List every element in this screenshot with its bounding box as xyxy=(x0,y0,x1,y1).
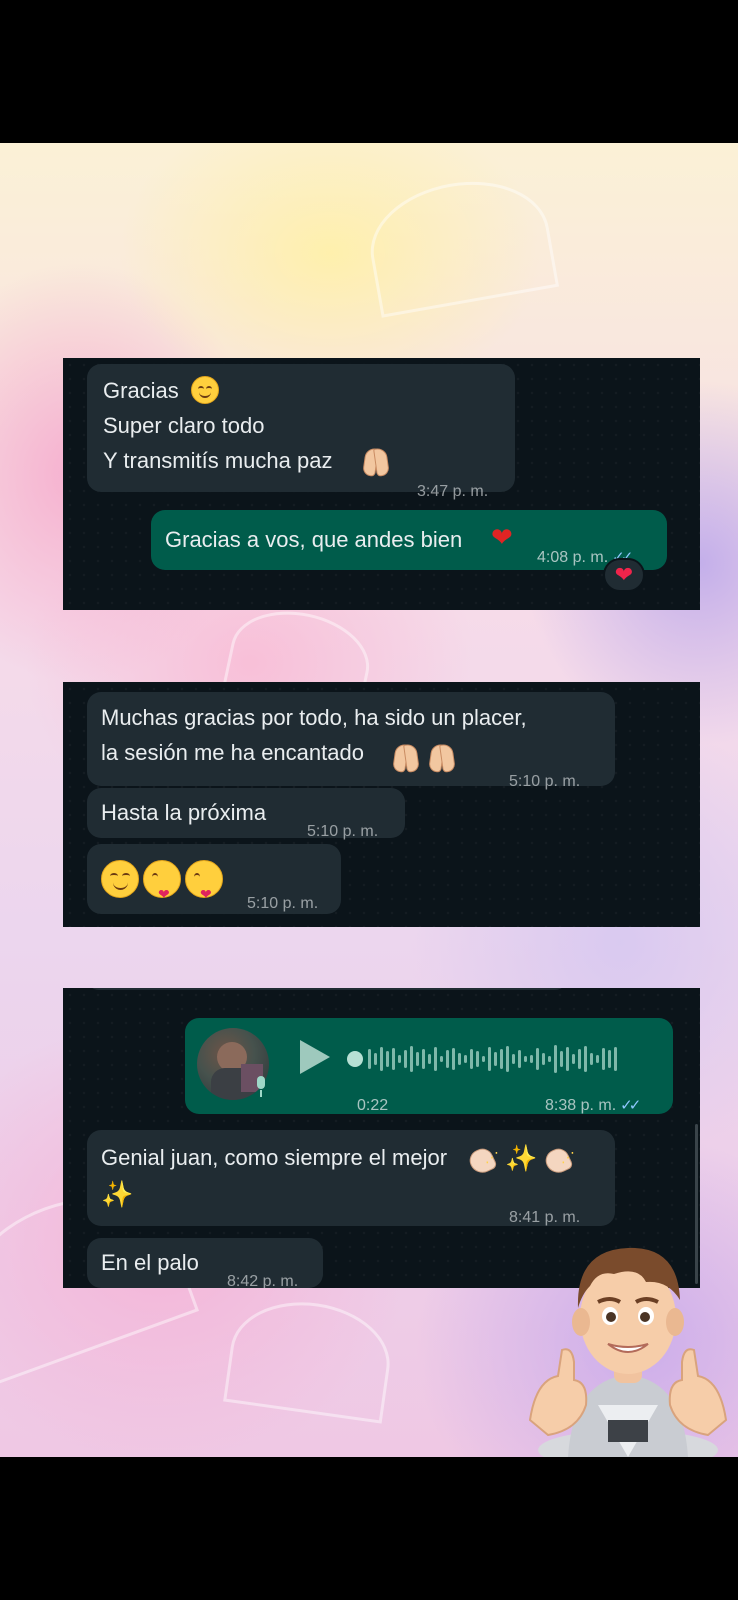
message-text: En el palo xyxy=(101,1250,199,1275)
audio-waveform[interactable] xyxy=(347,1042,647,1076)
voice-note-duration: 0:22 xyxy=(357,1097,389,1114)
voice-note-message[interactable]: 0:22 8:38 p. m. ✓✓ xyxy=(185,1018,673,1114)
praying-hands-icon xyxy=(363,446,389,476)
read-ticks-icon: ✓✓ xyxy=(620,1097,641,1114)
praying-hands-icon xyxy=(393,742,419,772)
smiling-face-icon xyxy=(101,860,139,898)
sparkles-icon: ✨ xyxy=(505,1143,538,1173)
incoming-message[interactable]: Muchas gracias por todo, ha sido un plac… xyxy=(87,692,615,790)
incoming-message[interactable]: Gracias Super claro todo Y transmitís mu… xyxy=(87,364,515,500)
bottom-black-bar xyxy=(0,1457,738,1600)
sparkles-icon: ✨ xyxy=(101,1179,134,1209)
message-time: 3:47 p. m. xyxy=(417,483,489,500)
message-time: 8:42 p. m. xyxy=(227,1273,299,1288)
message-time: 8:38 p. m. ✓✓ xyxy=(545,1088,641,1123)
incoming-message[interactable]: Genial juan, como siempre el mejor ✨ ✨ 8… xyxy=(87,1130,615,1226)
incoming-message[interactable]: 5:10 p. m. xyxy=(87,844,341,914)
red-heart-icon: ❤ xyxy=(491,522,513,552)
top-black-bar xyxy=(0,0,738,143)
cartoon-avatar-thumbs-up xyxy=(528,1230,728,1470)
outgoing-message[interactable]: Gracias a vos, que andes bien ❤ 4:08 p. … xyxy=(151,510,667,570)
incoming-message[interactable]: Hasta la próxima 5:10 p. m. xyxy=(87,788,405,840)
message-text: Muchas gracias por todo, ha sido un plac… xyxy=(101,705,527,765)
message-time: 5:10 p. m. xyxy=(247,895,319,912)
message-time: 5:10 p. m. xyxy=(509,773,581,790)
incoming-message[interactable]: En el palo 8:42 p. m. xyxy=(87,1238,323,1288)
message-text: Hasta la próxima xyxy=(101,800,267,825)
heart-reaction[interactable]: ❤ xyxy=(603,558,645,592)
message-text: Gracias a vos, que andes bien xyxy=(165,527,463,552)
play-button[interactable] xyxy=(300,1040,330,1074)
praying-hands-icon xyxy=(429,742,455,772)
clapping-hands-icon xyxy=(467,1140,499,1175)
time-text: 8:38 p. m. xyxy=(545,1097,617,1114)
smiling-face-icon xyxy=(191,376,219,404)
microphone-icon xyxy=(255,1076,267,1098)
chat-screenshot-2: Muchas gracias por todo, ha sido un plac… xyxy=(63,682,700,927)
heart-doodle xyxy=(223,1292,397,1424)
time-text: 4:08 p. m. xyxy=(537,549,609,566)
message-text: Genial juan, como siempre el mejor xyxy=(101,1145,448,1170)
clapping-hands-icon xyxy=(543,1140,575,1175)
previous-message-edge xyxy=(87,988,567,990)
heart-doodle xyxy=(360,168,560,318)
chat-screenshot-1: Gracias Super claro todo Y transmitís mu… xyxy=(63,358,700,610)
face-blowing-kiss-icon xyxy=(143,860,181,912)
face-blowing-kiss-icon xyxy=(185,860,223,912)
playback-scrubber[interactable] xyxy=(347,1051,363,1067)
